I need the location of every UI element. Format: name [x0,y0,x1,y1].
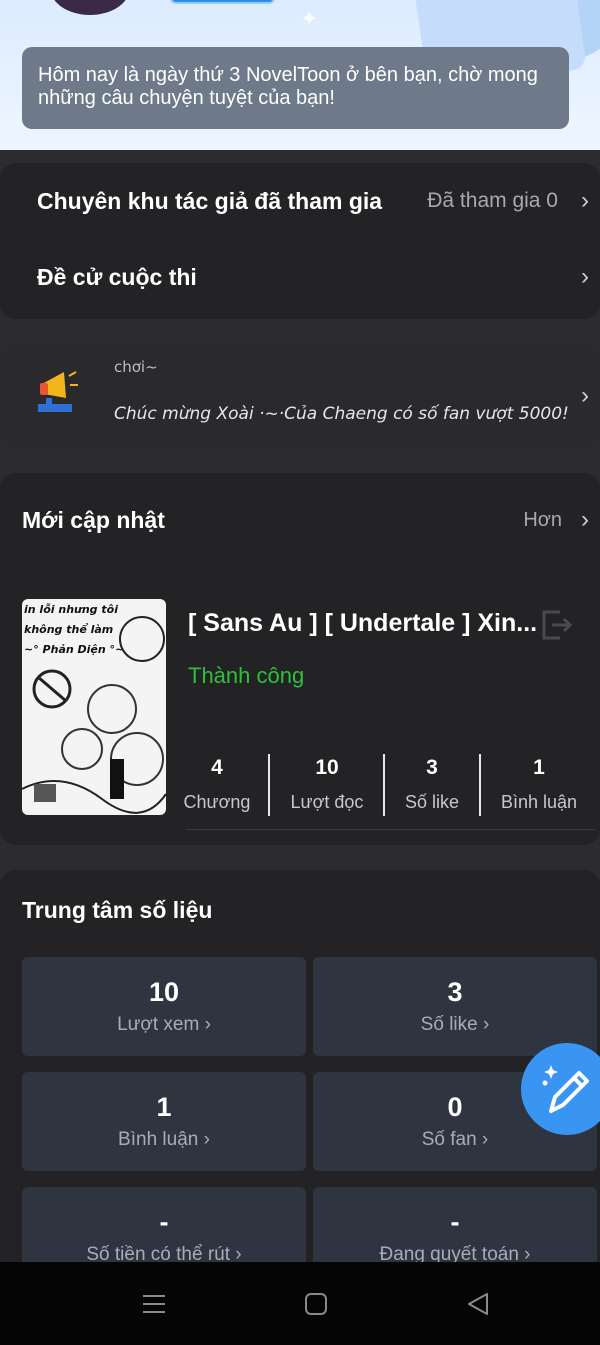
megaphone-icon [38,371,78,412]
chevron-right-icon: › [581,382,589,409]
more-link[interactable]: Hơn [523,509,562,532]
menu-item-contest[interactable]: Đề cử cuộc thi › [0,247,600,307]
avatar[interactable] [50,0,130,15]
section-title-recent: Mới cập nhật [22,507,165,533]
tile-likes[interactable]: 3 Số like › [313,957,597,1056]
write-fab-button[interactable] [521,1043,600,1135]
stat-label: Bình luận [500,792,578,812]
notice-prev-line: chơi~ [114,358,158,376]
menu-item-label: Đề cử cuộc thi [37,263,197,290]
divider [186,829,596,830]
menu-item-value: Đã tham gia 0 [427,189,558,212]
stat-value: 1 [533,756,545,779]
cover-illustration [22,616,166,814]
stat-likes: 3 Số like [394,756,470,813]
chevron-right-icon: › [581,187,589,214]
chevron-right-icon[interactable]: › [574,505,596,535]
divider [383,754,385,816]
tile-value: 3 [447,977,463,1007]
tile-label: Lượt xem › [117,1014,211,1035]
stat-reads: 10 Lượt đọc [282,756,372,813]
tile-value: 1 [156,1092,172,1122]
hero-banner: ✦ ✦ ✦ Hôm nay là ngày thứ 3 NovelToon ở … [0,0,600,150]
stat-label: Lượt đọc [290,792,364,812]
system-nav-bar [0,1262,600,1345]
tile-value: 10 [148,977,180,1007]
stat-value: 4 [211,756,223,779]
menu-item-author-zone[interactable]: Chuyên khu tác giả đã tham gia Đã tham g… [0,171,600,231]
book-title[interactable]: [ Sans Au ] [ Undertale ] Xin... [188,609,537,638]
tile-comments[interactable]: 1 Bình luận › [22,1072,306,1171]
notice-card[interactable] [0,345,600,447]
book-cover[interactable]: in lỗi nhưng tôi không thể làm ~° Phản D… [22,599,166,815]
stat-label: Chương [183,792,251,812]
back-icon[interactable] [465,1291,491,1317]
exit-icon[interactable] [538,606,574,642]
tile-label: Số like › [420,1014,490,1035]
menu-item-label: Chuyên khu tác giả đã tham gia [37,187,383,214]
stat-value: 10 [315,756,339,779]
chevron-right-icon: › [581,263,589,290]
tile-value: - [159,1207,169,1237]
divider [268,754,270,816]
level-badge [170,0,275,4]
divider [479,754,481,816]
menu-icon[interactable] [141,1291,167,1317]
author-menu-card: Chuyên khu tác giả đã tham gia Đã tham g… [0,163,600,319]
tile-value: - [450,1207,460,1237]
tile-views[interactable]: 10 Lượt xem › [22,957,306,1056]
status-badge: Thành công [188,663,305,688]
stat-value: 3 [426,756,438,779]
app-screen: ✦ ✦ ✦ Hôm nay là ngày thứ 3 NovelToon ở … [0,0,600,1345]
stat-chapters: 4 Chương [177,756,257,813]
pencil-icon [542,1065,589,1113]
home-icon[interactable] [303,1291,329,1317]
greeting-message: Hôm nay là ngày thứ 3 NovelToon ở bên bạ… [22,47,569,129]
stat-comments: 1 Bình luận [492,756,586,813]
tile-label: Bình luận › [118,1129,210,1150]
section-title-data-center: Trung tâm số liệu [22,897,213,923]
stat-label: Số like [404,792,460,812]
notice-text: Chúc mừng Xoài ·~·Của Chaeng có số fan v… [114,404,569,424]
sparkle-icon: ✦ [300,6,319,31]
